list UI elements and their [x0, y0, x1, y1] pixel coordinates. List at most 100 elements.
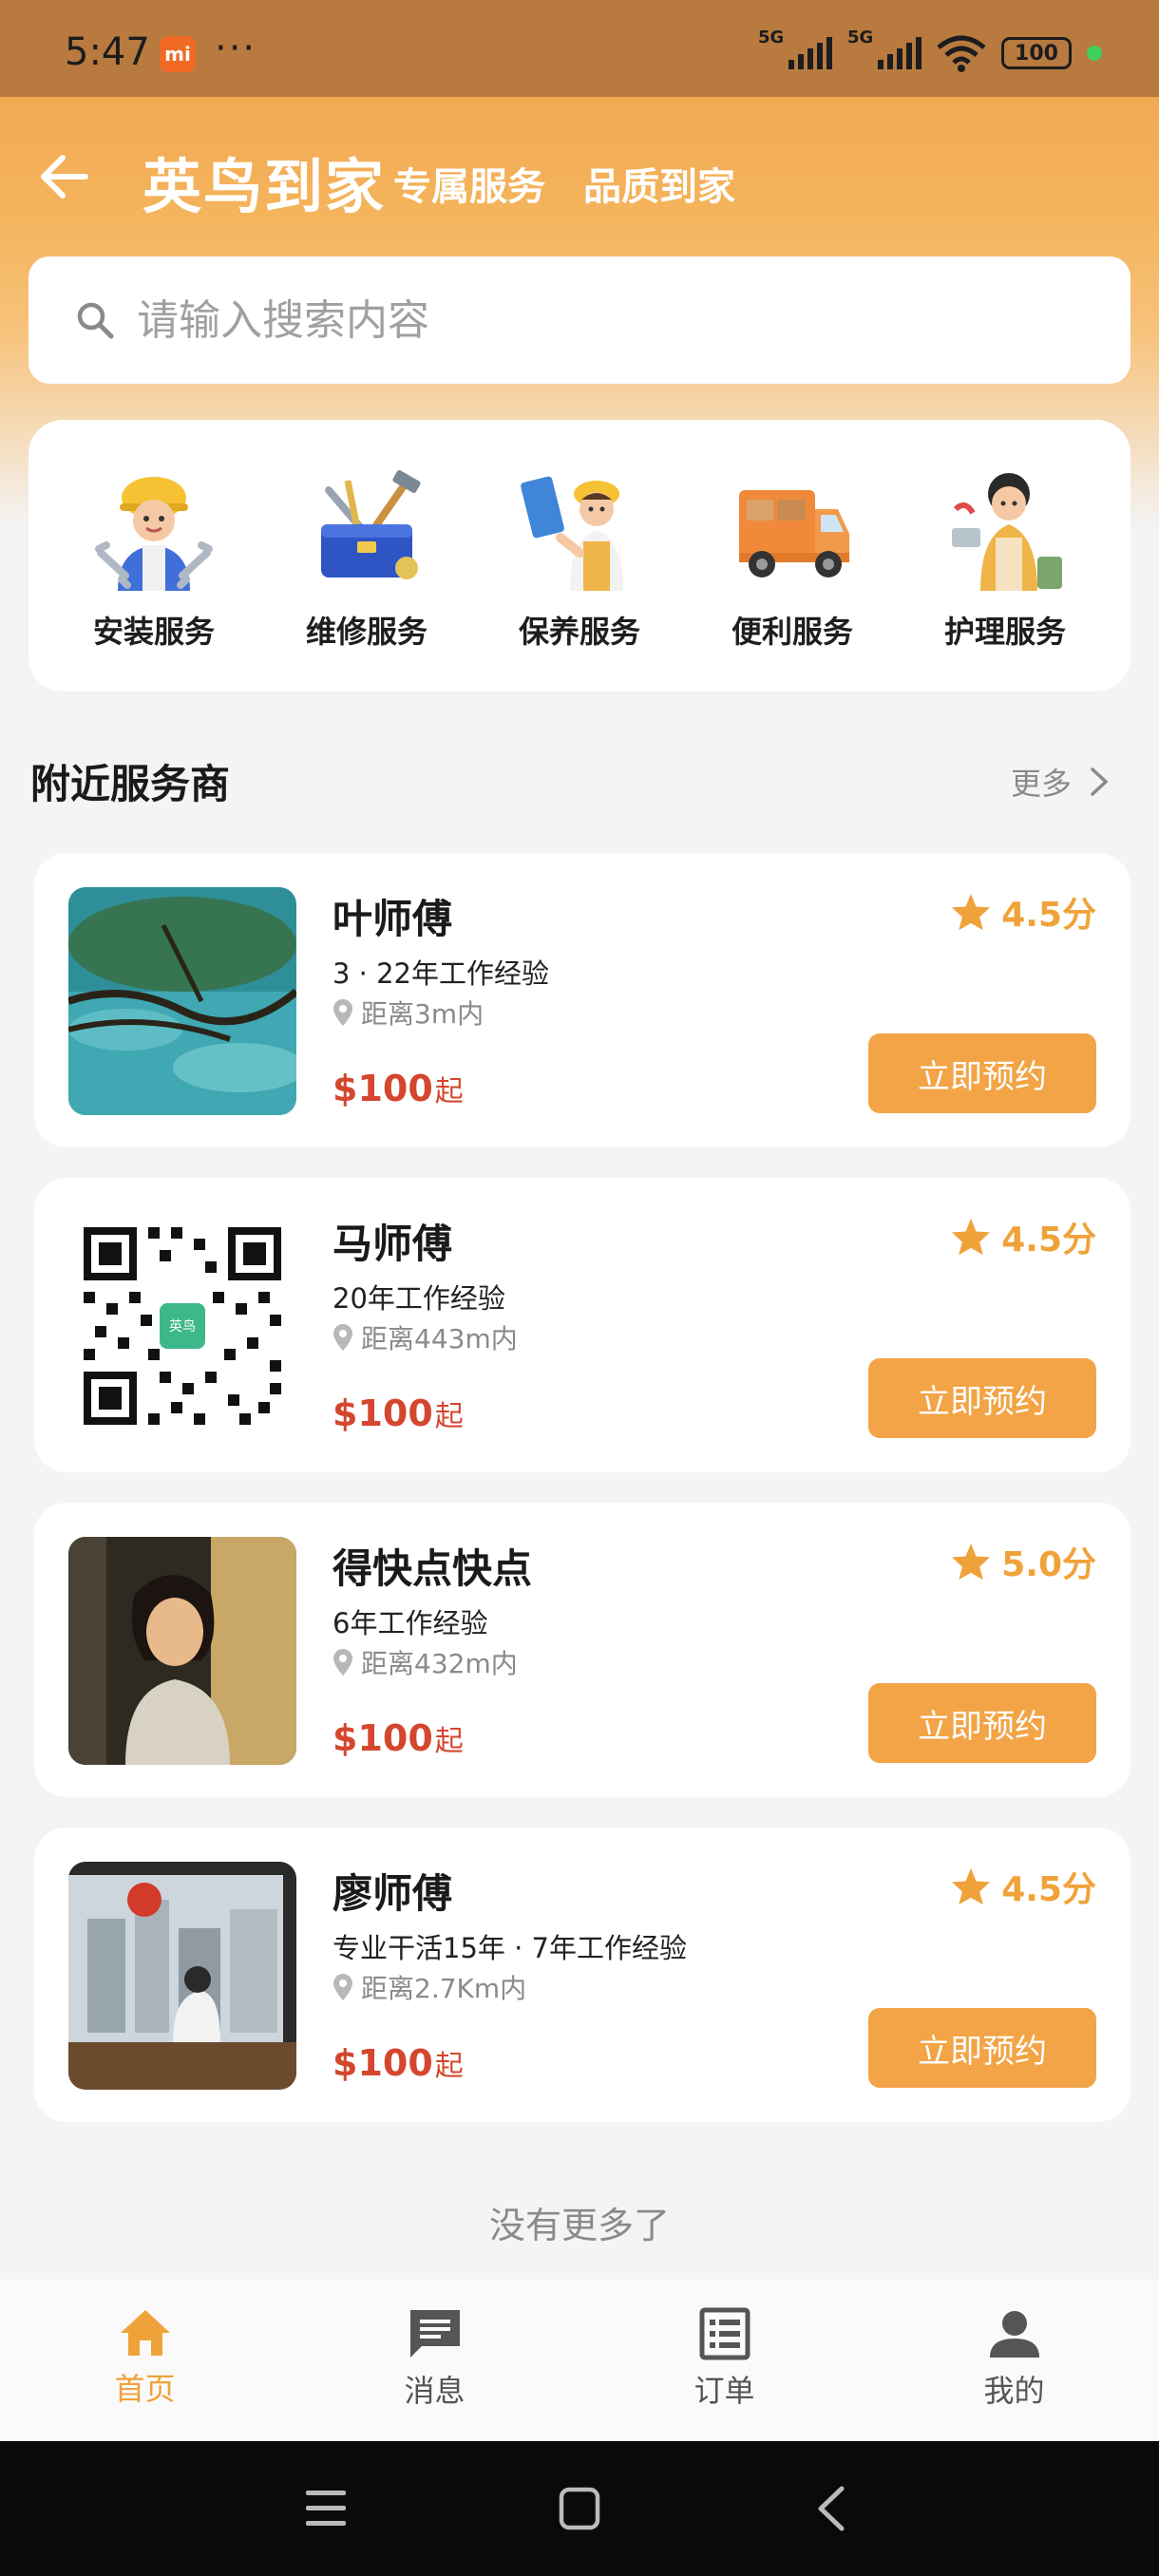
installer-worker-icon	[95, 477, 213, 591]
slogan-exclusive: 专属服务	[393, 165, 545, 209]
more-label: 更多	[1010, 766, 1072, 802]
book-now-button[interactable]: 立即预约	[868, 1033, 1096, 1113]
distance-text: 距离3m内	[361, 998, 484, 1030]
distance-text: 距离2.7Km内	[361, 1973, 527, 2004]
menu-icon[interactable]	[304, 2489, 348, 2529]
provider-experience: 3 · 22年工作经验	[332, 957, 550, 990]
provider-name: 廖师傅	[332, 1870, 453, 1917]
provider-price: $100起	[332, 2042, 464, 2084]
signal-icon-2: 5G	[847, 28, 922, 69]
bottom-tab-bar: 首页 消息 订单 我的	[0, 2280, 1159, 2441]
category-convenience[interactable]: 便利服务	[697, 420, 887, 691]
book-now-button[interactable]: 立即预约	[868, 1683, 1096, 1763]
location-pin-icon	[333, 1974, 352, 2000]
home-square-icon[interactable]	[559, 2487, 600, 2530]
provider-experience: 6年工作经验	[332, 1607, 488, 1639]
toolbox-icon	[321, 470, 421, 579]
distance-text: 距离432m内	[361, 1648, 518, 1679]
chevron-right-icon	[1091, 767, 1109, 796]
star-icon	[952, 1867, 991, 1905]
battery-indicator: 100	[1001, 37, 1072, 69]
location-pin-icon	[333, 1324, 352, 1351]
category-label: 护理服务	[943, 614, 1066, 650]
provider-price: $100起	[332, 1392, 464, 1434]
category-maintenance[interactable]: 保养服务	[484, 420, 674, 691]
provider-rating: 5.0分	[950, 1537, 1096, 1586]
category-label: 维修服务	[305, 614, 428, 650]
provider-name: 马师傅	[332, 1221, 453, 1267]
tab-label: 订单	[694, 2373, 755, 2409]
provider-rating: 4.5分	[950, 1212, 1096, 1261]
home-icon	[120, 2310, 170, 2356]
tab-label: 消息	[404, 2373, 466, 2409]
more-notifications-icon: ···	[215, 27, 257, 70]
provider-distance: 距离2.7Km内	[332, 1968, 526, 2006]
book-now-button[interactable]: 立即预约	[868, 1358, 1096, 1438]
provider-avatar	[68, 1537, 296, 1765]
provider-card[interactable]: 廖师傅 专业干活15年 · 7年工作经验 距离2.7Km内 $100起 4.5分…	[34, 1828, 1130, 2122]
wifi-icon	[937, 35, 986, 72]
location-pin-icon	[333, 999, 352, 1026]
no-more-text: 没有更多了	[488, 2205, 670, 2246]
provider-experience: 专业干活15年 · 7年工作经验	[332, 1932, 688, 1964]
service-categories: 安装服务 维修服务 保养服务 便利服务 护理服务	[28, 420, 1130, 691]
status-time: 5:47	[65, 30, 150, 74]
provider-experience: 20年工作经验	[332, 1282, 505, 1315]
system-navigation-bar	[0, 2441, 1159, 2576]
provider-price: $100起	[332, 1068, 464, 1109]
more-link[interactable]: 更多	[1011, 760, 1110, 804]
provider-avatar	[68, 887, 296, 1115]
tab-label: 我的	[983, 2373, 1045, 2409]
category-label: 便利服务	[731, 614, 853, 650]
app-header: 英鸟到家 专属服务 品质到家	[0, 97, 1159, 256]
category-repair[interactable]: 维修服务	[272, 420, 462, 691]
slogan-quality: 品质到家	[583, 165, 735, 209]
status-bar: 5:47 mi ··· 5G 5G 100	[0, 0, 1159, 97]
privacy-dot	[1087, 46, 1102, 61]
brand-title: 英鸟到家	[142, 152, 387, 221]
location-pin-icon	[333, 1649, 352, 1676]
delivery-truck-icon	[739, 490, 849, 578]
category-label: 安装服务	[92, 614, 215, 650]
search-bar[interactable]	[28, 256, 1130, 384]
signal-icon: 5G	[758, 28, 832, 69]
provider-name: 叶师傅	[332, 896, 453, 942]
back-arrow-icon[interactable]	[34, 146, 95, 207]
tab-label: 首页	[114, 2371, 176, 2407]
book-now-button[interactable]: 立即预约	[868, 2008, 1096, 2088]
star-icon	[952, 1543, 991, 1581]
provider-rating: 4.5分	[950, 887, 1096, 937]
provider-price: $100起	[332, 1717, 464, 1759]
cleaning-worker-icon	[521, 476, 623, 591]
message-icon	[409, 2310, 460, 2358]
search-icon	[77, 302, 114, 339]
provider-distance: 距离432m内	[332, 1643, 518, 1681]
category-install[interactable]: 安装服务	[59, 420, 249, 691]
provider-rating: 4.5分	[950, 1862, 1096, 1911]
provider-name: 得快点快点	[332, 1545, 533, 1592]
order-list-icon	[699, 2307, 750, 2360]
tab-profile[interactable]: 我的	[920, 2280, 1110, 2441]
qr-badge-label: 英鸟	[169, 1319, 196, 1335]
user-icon	[989, 2311, 1039, 2358]
provider-avatar	[68, 1862, 296, 2090]
search-input[interactable]	[137, 295, 992, 345]
tab-orders[interactable]: 订单	[630, 2280, 820, 2441]
provider-avatar-qr: 英鸟	[68, 1212, 296, 1440]
tab-messages[interactable]: 消息	[340, 2280, 530, 2441]
category-care[interactable]: 护理服务	[910, 420, 1100, 691]
provider-card[interactable]: 得快点快点 6年工作经验 距离432m内 $100起 5.0分 立即预约	[34, 1503, 1130, 1797]
provider-card[interactable]: 叶师傅 3 · 22年工作经验 距离3m内 $100起 4.5分 立即预约	[34, 853, 1130, 1147]
distance-text: 距离443m内	[361, 1323, 518, 1354]
tab-home[interactable]: 首页	[50, 2280, 240, 2441]
star-icon	[952, 893, 991, 931]
category-label: 保养服务	[518, 614, 640, 650]
caregiver-icon	[952, 473, 1062, 591]
provider-card[interactable]: 英鸟 马师傅 20年工作经验 距离443m内 $100起 4.5分 立即预约	[34, 1178, 1130, 1472]
star-icon	[952, 1218, 991, 1256]
provider-distance: 距离3m内	[332, 994, 484, 1032]
mi-app-badge: mi	[160, 36, 196, 72]
provider-distance: 距离443m内	[332, 1318, 518, 1356]
nearby-providers-title: 附近服务商	[30, 761, 231, 807]
back-triangle-icon[interactable]	[813, 2485, 847, 2532]
